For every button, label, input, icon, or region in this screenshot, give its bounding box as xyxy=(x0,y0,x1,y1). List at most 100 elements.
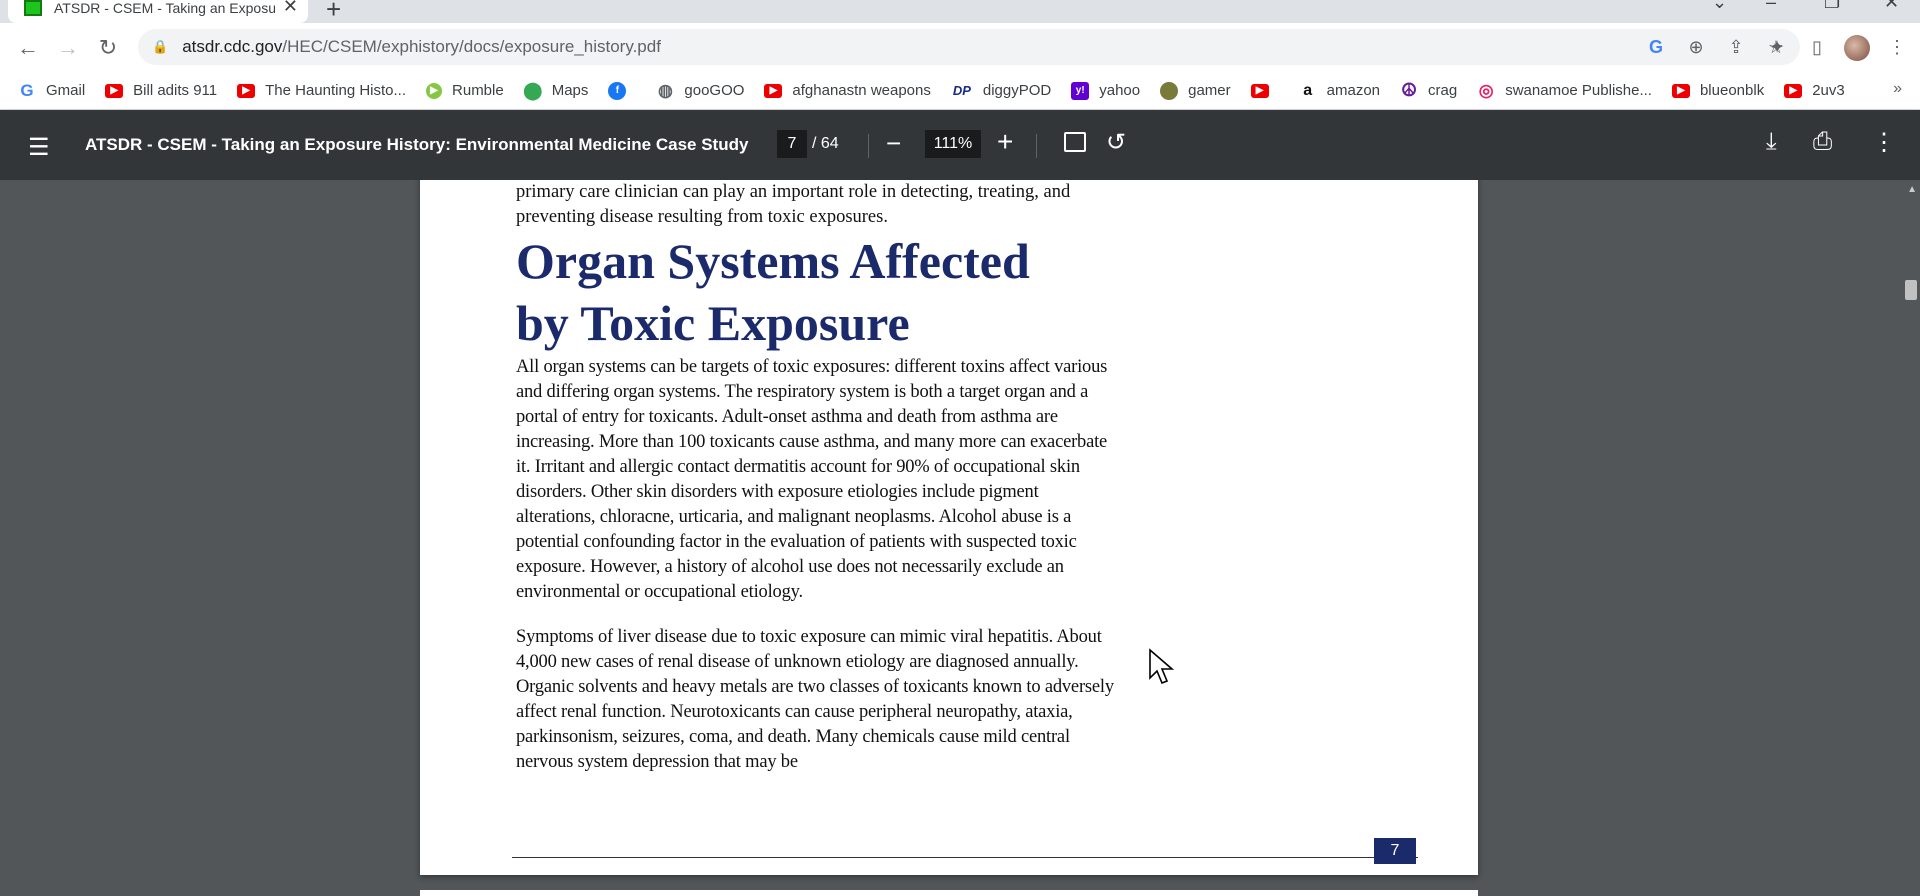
bookmark-label: gamer xyxy=(1188,82,1231,99)
bookmark-label: gooGOO xyxy=(684,82,745,99)
bookmark-label: crag xyxy=(1428,82,1458,99)
bookmark-bill-adits[interactable]: ▶ Bill adits 911 xyxy=(105,82,217,99)
bookmark-2uv3[interactable]: ▶ 2uv3 xyxy=(1784,82,1845,99)
bookmark-gamer[interactable]: gamer xyxy=(1160,81,1231,100)
zoom-out-icon[interactable]: − xyxy=(886,128,901,159)
pdf-viewer[interactable]: primary care clinician can play an impor… xyxy=(0,180,1920,896)
url-text[interactable]: atsdr.cdc.gov/HEC/CSEM/exphistory/docs/e… xyxy=(182,37,661,57)
amazon-icon: a xyxy=(1303,81,1313,99)
dp-icon: DP xyxy=(952,83,971,98)
zoom-input[interactable]: 111% xyxy=(925,130,981,158)
youtube-icon: ▶ xyxy=(1250,83,1269,98)
bookmark-rumble[interactable]: ▶ Rumble xyxy=(426,82,504,99)
url-host: atsdr.cdc.gov xyxy=(182,37,283,56)
swan-icon: ◎ xyxy=(1478,80,1494,100)
bookmark-diggypod[interactable]: DP diggyPOD xyxy=(951,82,1051,99)
mouse-cursor-icon xyxy=(1149,648,1175,685)
youtube-icon: ▶ xyxy=(105,83,124,98)
paragraph-organ-systems: All organ systems can be targets of toxi… xyxy=(516,357,1108,602)
youtube-icon: ▶ xyxy=(1784,83,1803,98)
site-favicon-icon xyxy=(24,0,42,16)
tab-strip: ATSDR - CSEM - Taking an Exposure Histor… xyxy=(0,0,1920,25)
bookmark-amazon[interactable]: a amazon xyxy=(1299,81,1381,100)
print-icon[interactable]: ⎙ xyxy=(1813,128,1832,156)
bookmark-label: afghanastn weapons xyxy=(792,82,931,99)
bookmark-label: amazon xyxy=(1326,82,1381,99)
page-number-input[interactable]: 7 xyxy=(777,130,807,158)
bookmark-gmail[interactable]: G Gmail xyxy=(18,80,85,100)
bookmark-blueonblk[interactable]: ▶ blueonblk xyxy=(1671,82,1765,99)
side-panel-icon[interactable]: ▯ xyxy=(1804,37,1830,58)
page-number-badge: 7 xyxy=(1374,838,1416,864)
bookmark-label: yahoo xyxy=(1099,82,1141,99)
extensions-icon[interactable]: ✦ xyxy=(1764,37,1790,58)
google-lens-icon[interactable]: G xyxy=(1644,37,1668,58)
download-icon[interactable]: ⤓ xyxy=(1766,128,1777,156)
youtube-icon: ▶ xyxy=(1671,83,1690,98)
bookmark-googoo[interactable]: ◍ gooGOO xyxy=(656,80,745,100)
bookmark-maps[interactable]: ⬤ Maps xyxy=(523,80,589,100)
reload-icon[interactable]: ↻ xyxy=(88,28,128,68)
close-tab-icon[interactable]: ✕ xyxy=(283,0,298,17)
bookmark-afghanastn[interactable]: ▶ afghanastn weapons xyxy=(764,82,931,99)
bookmark-label: diggyPOD xyxy=(982,82,1052,99)
bookmark-swanamoe[interactable]: ◎ swanamoe Publishe... xyxy=(1477,80,1652,100)
yahoo-icon: y! xyxy=(1071,81,1090,100)
bookmark-label: Bill adits 911 xyxy=(133,82,218,99)
browser-toolbar: ← → ↻ 🔒 atsdr.cdc.gov/HEC/CSEM/exphistor… xyxy=(0,23,1920,72)
bookmarks-bar: G Gmail ▶ Bill adits 911 ▶ The Haunting His… xyxy=(0,72,1920,110)
peace-icon: ☮ xyxy=(1400,80,1418,100)
lock-icon[interactable]: 🔒 xyxy=(152,39,168,55)
maps-icon: ⬤ xyxy=(523,80,543,100)
fit-to-page-icon[interactable] xyxy=(1064,132,1086,152)
paragraph-liver-renal: Symptoms of liver disease due to toxic e… xyxy=(516,627,1114,772)
bookmark-facebook[interactable]: f xyxy=(608,81,636,100)
url-path: /HEC/CSEM/exphistory/docs/exposure_histo… xyxy=(282,37,661,56)
bookmark-label: Maps xyxy=(551,82,589,99)
bookmark-label: swanamoe Publishe... xyxy=(1505,82,1652,99)
browser-tab[interactable]: ATSDR - CSEM - Taking an Exposure Histor… xyxy=(8,0,308,23)
youtube-icon: ▶ xyxy=(764,83,783,98)
forward-icon[interactable]: → xyxy=(48,28,88,68)
zoom-icon[interactable]: ⊕ xyxy=(1684,37,1708,58)
sidebar-menu-icon[interactable]: ☰ xyxy=(28,133,50,162)
heading-line-1: Organ Systems Affected xyxy=(516,233,1030,289)
pdf-page: primary care clinician can play an impor… xyxy=(420,180,1478,875)
tab-search-icon[interactable]: ⌄ xyxy=(1712,0,1727,13)
more-bookmarks-icon[interactable]: » xyxy=(1893,80,1902,98)
back-icon[interactable]: ← xyxy=(8,28,48,68)
next-page-edge xyxy=(420,890,1478,896)
close-window-icon[interactable]: ✕ xyxy=(1884,0,1899,13)
pdf-toolbar: ☰ ATSDR - CSEM - Taking an Exposure Hist… xyxy=(0,110,1920,180)
restore-icon[interactable]: ❐ xyxy=(1824,0,1840,13)
more-options-icon[interactable]: ⋮ xyxy=(1872,128,1896,157)
bookmark-label: blueonblk xyxy=(1699,82,1765,99)
google-icon: G xyxy=(20,80,34,100)
rotate-icon[interactable]: ↺ xyxy=(1106,128,1126,157)
bookmark-crag[interactable]: ☮ crag xyxy=(1400,80,1458,100)
gamer-icon xyxy=(1160,81,1179,100)
rumble-icon: ▶ xyxy=(426,82,443,99)
new-tab-button[interactable]: + xyxy=(326,0,341,25)
minimize-icon[interactable]: – xyxy=(1766,0,1776,13)
intro-text: primary care clinician can play an impor… xyxy=(516,182,1071,227)
scroll-thumb[interactable] xyxy=(1905,280,1917,300)
scrollbar[interactable]: ▲ xyxy=(1902,180,1920,896)
globe-icon: ◍ xyxy=(657,80,673,100)
heading-line-2: by Toxic Exposure xyxy=(516,295,910,351)
bookmark-haunting-history[interactable]: ▶ The Haunting Histo... xyxy=(237,82,406,99)
zoom-in-icon[interactable]: + xyxy=(997,126,1013,158)
tab-title: ATSDR - CSEM - Taking an Exposure Histor… xyxy=(54,0,275,16)
profile-avatar[interactable] xyxy=(1844,34,1870,61)
page-total: / 64 xyxy=(812,135,839,152)
address-bar[interactable]: 🔒 atsdr.cdc.gov/HEC/CSEM/exphistory/docs… xyxy=(138,29,1800,65)
browser-menu-icon[interactable]: ⋮ xyxy=(1884,37,1910,58)
share-icon[interactable]: ⇪ xyxy=(1724,37,1748,58)
bookmark-label: 2uv3 xyxy=(1812,82,1845,99)
footer-rule xyxy=(512,857,1418,858)
bookmark-youtube[interactable]: ▶ xyxy=(1250,83,1279,98)
toolbar-divider xyxy=(868,134,869,158)
toolbar-divider xyxy=(1036,134,1037,158)
scroll-up-icon[interactable]: ▲ xyxy=(1907,184,1917,195)
bookmark-yahoo[interactable]: y! yahoo xyxy=(1071,81,1141,100)
